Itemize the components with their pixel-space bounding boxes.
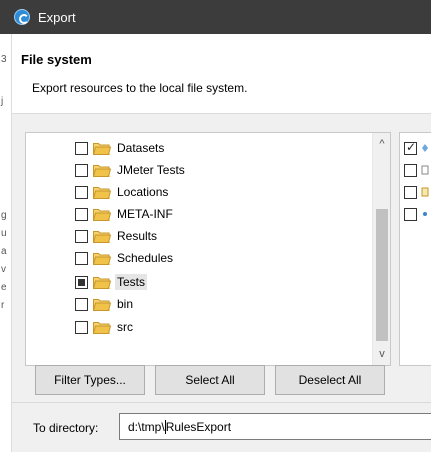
- folder-icon: [93, 186, 111, 199]
- tree-item-label: Schedules: [117, 251, 174, 265]
- filter-types-button[interactable]: Filter Types...: [35, 365, 145, 395]
- separator: [12, 402, 431, 403]
- background-fragment: r: [1, 300, 5, 311]
- tree-item-checkbox-partial[interactable]: [75, 275, 88, 289]
- file-list-item[interactable]: [404, 159, 429, 181]
- background-fragment: u: [1, 228, 7, 239]
- scrollbar-thumb[interactable]: [376, 209, 388, 341]
- folder-icon: [93, 208, 111, 221]
- tree-item-checkbox[interactable]: [75, 163, 88, 177]
- tree-item-selected[interactable]: Tests: [75, 271, 148, 293]
- tree-item-label: META-INF: [117, 207, 173, 221]
- resource-tree[interactable]: Datasets JMeter Tests Locations META-INF…: [25, 132, 391, 366]
- background-fragment: e: [1, 282, 7, 293]
- file-icon: [423, 212, 427, 216]
- tree-item-checkbox[interactable]: [75, 141, 88, 155]
- file-item-checkbox[interactable]: [404, 207, 417, 221]
- tree-item[interactable]: Results: [75, 225, 159, 247]
- file-item-checkbox-checked[interactable]: [404, 140, 417, 155]
- file-list-item[interactable]: [404, 181, 429, 203]
- tree-item[interactable]: src: [75, 316, 135, 338]
- folder-icon: [93, 164, 111, 177]
- tree-item-label: bin: [117, 297, 134, 311]
- directory-input[interactable]: d:\tmp\ RulesExport: [119, 413, 431, 440]
- directory-value-start: d:\tmp\: [128, 419, 165, 434]
- scroll-down-icon[interactable]: v: [373, 345, 391, 363]
- folder-icon: [93, 321, 111, 334]
- tree-item[interactable]: Datasets: [75, 137, 166, 159]
- background-fragment: g: [1, 210, 7, 221]
- background-fragment: a: [1, 246, 7, 257]
- folder-icon: [93, 276, 111, 289]
- file-list[interactable]: [399, 132, 431, 366]
- tree-scrollbar[interactable]: ^ v: [372, 133, 390, 365]
- tree-item-checkbox[interactable]: [75, 297, 88, 311]
- tree-item[interactable]: META-INF: [75, 203, 175, 225]
- file-list-item[interactable]: [404, 137, 429, 159]
- window-title: Export: [38, 9, 76, 25]
- tree-item-checkbox[interactable]: [75, 251, 88, 265]
- tree-item-label: Results: [117, 229, 158, 243]
- background-fragment: j: [1, 96, 4, 107]
- file-icon: [422, 144, 428, 152]
- background-fragment: v: [1, 264, 6, 275]
- tree-item[interactable]: bin: [75, 293, 135, 315]
- tree-item-checkbox[interactable]: [75, 320, 88, 334]
- tree-item-label: Datasets: [117, 141, 165, 155]
- tree-item-label: src: [117, 320, 133, 334]
- tree-item-checkbox[interactable]: [75, 185, 88, 199]
- tree-item-checkbox[interactable]: [75, 207, 88, 221]
- file-icon: [421, 187, 429, 197]
- page-description: Export resources to the local file syste…: [32, 81, 248, 95]
- directory-label: To directory:: [33, 421, 99, 435]
- background-editor-strip: 3 j g u a v e r: [0, 0, 12, 452]
- tree-item-label: Locations: [117, 185, 169, 199]
- file-item-checkbox[interactable]: [404, 163, 417, 177]
- folder-icon: [93, 230, 111, 243]
- tree-item-checkbox[interactable]: [75, 229, 88, 243]
- background-fragment: 3: [1, 54, 7, 65]
- app-icon: [14, 9, 30, 25]
- tree-item[interactable]: Locations: [75, 181, 170, 203]
- scroll-up-icon[interactable]: ^: [373, 135, 391, 153]
- page-title: File system: [21, 52, 92, 67]
- dialog-header: File system Export resources to the loca…: [12, 34, 431, 114]
- select-all-button[interactable]: Select All: [155, 365, 265, 395]
- file-icon: [421, 165, 429, 175]
- file-list-item[interactable]: [404, 203, 429, 225]
- folder-icon: [93, 298, 111, 311]
- file-item-checkbox[interactable]: [404, 185, 417, 199]
- folder-icon: [93, 142, 111, 155]
- tree-item-label: JMeter Tests: [117, 163, 185, 177]
- tree-item-label: Tests: [115, 274, 148, 290]
- deselect-all-button[interactable]: Deselect All: [275, 365, 385, 395]
- tree-item[interactable]: Schedules: [75, 247, 175, 269]
- folder-icon: [93, 252, 111, 265]
- tree-item[interactable]: JMeter Tests: [75, 159, 187, 181]
- directory-value-end: RulesExport: [165, 419, 232, 434]
- title-bar: Export: [0, 0, 431, 34]
